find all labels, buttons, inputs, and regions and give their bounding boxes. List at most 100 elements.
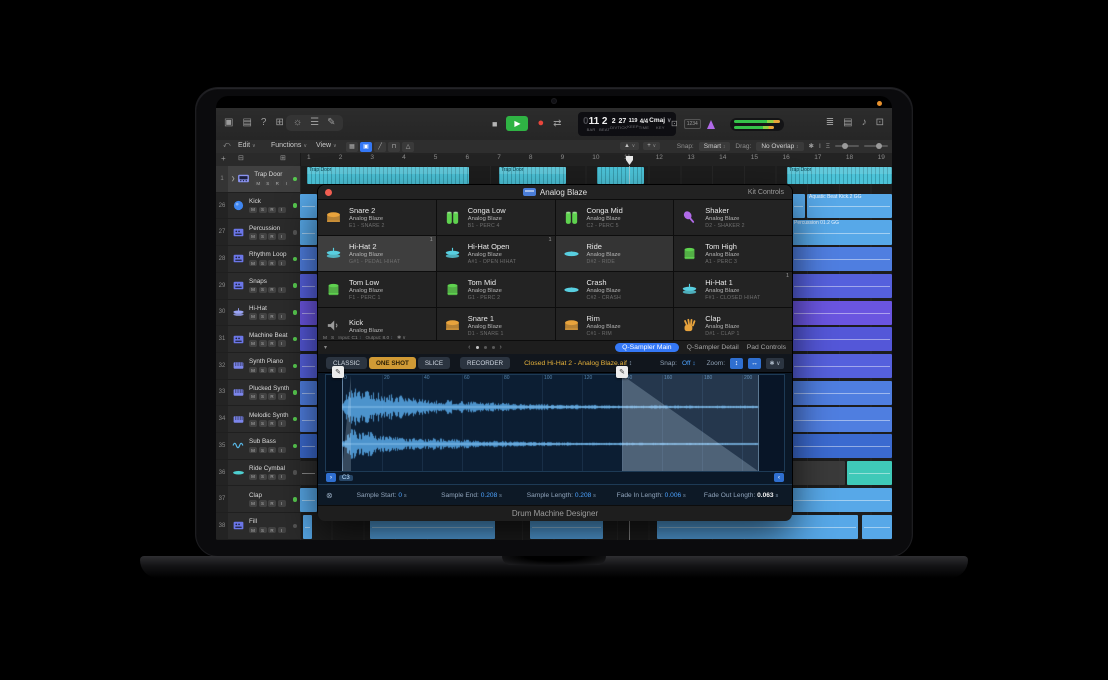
flex-icon[interactable]: ⊓ [388, 142, 400, 152]
solo-button[interactable]: S [259, 233, 267, 240]
loop-browser-icon[interactable]: ♪ [862, 118, 867, 128]
region[interactable] [792, 274, 892, 298]
record-enable-button[interactable]: R [268, 260, 276, 267]
input-monitor-button[interactable]: I [278, 420, 286, 427]
sample-end-line[interactable] [758, 375, 759, 471]
mute-button[interactable]: M [254, 180, 262, 187]
waveform-display[interactable]: 020406080100120140160180200 [326, 375, 784, 471]
track-row[interactable]: 28Rhythm LoopMSRI [216, 246, 300, 273]
drum-pad-ride[interactable]: RideAnalog BlazeD#2 - RIDE [556, 236, 674, 271]
region[interactable] [300, 381, 317, 405]
solo-button[interactable]: S [259, 340, 267, 347]
drum-pad-tom-high[interactable]: Tom HighAnalog BlazeA1 - PERC 3 [674, 236, 792, 271]
solo-button[interactable]: S [259, 313, 267, 320]
bar-ruler[interactable]: + ⊟ ⊞ 12345678910111213141516171819 [216, 153, 892, 167]
region[interactable] [300, 247, 317, 271]
regions-view-icon[interactable]: ▣ [360, 142, 372, 152]
solo-button[interactable]: S [259, 500, 267, 507]
track-row[interactable]: 30Hi-HatMSRI [216, 300, 300, 327]
solo-button[interactable]: S [259, 474, 267, 481]
record-enable-button[interactable]: R [268, 367, 276, 374]
mute-button[interactable]: M [249, 527, 257, 534]
info-sample-length[interactable]: Sample Length: 0.208 s [518, 492, 604, 499]
region[interactable]: Percussion 01.2 GG [792, 220, 892, 244]
mute-button[interactable]: M [249, 474, 257, 481]
solo-button[interactable]: S [259, 207, 267, 214]
functions-menu[interactable]: Functions ∨ [271, 142, 307, 149]
solo-button[interactable]: S [259, 367, 267, 374]
region[interactable] [300, 434, 317, 458]
alignment-icon[interactable]: ✱ [809, 142, 814, 150]
drum-pad-snare-2[interactable]: Snare 2Analog BlazeE1 - SNARE 2 [318, 200, 436, 235]
region[interactable]: Trap Door [499, 167, 566, 184]
back-icon[interactable]: ⤺ [223, 142, 230, 150]
drum-pad-hi-hat-2[interactable]: 1Hi-Hat 2Analog BlazeG#1 - PEDAL HIHAT [318, 236, 436, 271]
track-zoom-icon[interactable]: ⊞ [280, 154, 286, 162]
input-monitor-button[interactable]: I [278, 447, 286, 454]
region[interactable] [300, 220, 317, 244]
record-enable-button[interactable]: R [268, 420, 276, 427]
scroll-left-button[interactable]: ‹ [774, 473, 784, 482]
sample-start-line[interactable] [342, 375, 343, 471]
kit-controls-link[interactable]: Kit Controls [748, 189, 784, 196]
tab-q-sampler-main[interactable]: Q-Sampler Main [615, 343, 678, 352]
region[interactable]: Trap Door [787, 167, 892, 184]
mixer-icon[interactable]: ☰ [310, 118, 319, 128]
lcd-display[interactable]: 011BAR 2BEAT 2DIV 27TICK 119KEEP 4/4TIME… [578, 112, 676, 136]
duplicate-track-button[interactable]: ⊟ [238, 154, 244, 162]
mute-button[interactable]: M [249, 500, 257, 507]
close-info-icon[interactable]: ⊗ [326, 491, 333, 500]
drum-pad-hi-hat-open[interactable]: 1Hi-Hat OpenAnalog BlazeA#1 - OPEN HIHAT [437, 236, 555, 271]
region[interactable]: Trap Door [307, 167, 469, 184]
drum-pad-kick[interactable]: KickAnalog BlazeMSInput: C1 ↕Output: 8.0… [318, 308, 436, 343]
toolbar-icon[interactable]: ⊞ [275, 118, 283, 128]
drum-pad-snare-1[interactable]: Snare 1Analog BlazeD1 - SNARE 1 [437, 308, 555, 343]
recorder-button[interactable]: RECORDER [460, 357, 510, 369]
h-zoom-slider[interactable] [835, 145, 859, 147]
snap-dropdown[interactable]: Smart ↕ [699, 142, 731, 151]
record-enable-button[interactable]: R [268, 447, 276, 454]
track-row[interactable]: 35Sub BassMSRI [216, 433, 300, 460]
drum-pad-shaker[interactable]: ShakerAnalog BlazeD2 - SHAKER 2 [674, 200, 792, 235]
browsers-icon[interactable]: ⊡ [876, 118, 884, 128]
region[interactable] [300, 274, 317, 298]
pointer-tool[interactable]: ▲ ∨ [620, 142, 639, 150]
mode-one-shot[interactable]: ONE SHOT [369, 357, 416, 369]
drum-pad-tom-low[interactable]: Tom LowAnalog BlazeF1 - PERC 1 [318, 272, 436, 307]
editors-icon[interactable]: ✎ [327, 118, 335, 128]
region[interactable] [792, 247, 892, 271]
drum-pad-conga-mid[interactable]: Conga MidAnalog BlazeC2 - PERC 5 [556, 200, 674, 235]
region[interactable]: Aquatic Beat Kick.2 GG [807, 194, 892, 218]
input-monitor-button[interactable]: I [283, 180, 291, 187]
solo-button[interactable]: S [259, 260, 267, 267]
drum-pad-clap[interactable]: ClapAnalog BlazeD#1 - CLAP 1 [674, 308, 792, 343]
record-enable-button[interactable]: R [268, 527, 276, 534]
record-enable-button[interactable]: R [268, 474, 276, 481]
metronome-icon[interactable] [707, 120, 715, 129]
mute-button[interactable]: M [249, 260, 257, 267]
track-row[interactable]: 29SnapsMSRI [216, 273, 300, 300]
track-row[interactable]: 1❯Trap DoorMSRI [216, 166, 300, 193]
fade-out-handle[interactable]: ✎ [616, 366, 628, 378]
mute-button[interactable]: M [249, 367, 257, 374]
drum-pad-rim[interactable]: RimAnalog BlazeC#1 - RIM [556, 308, 674, 343]
region[interactable] [300, 407, 317, 431]
record-enable-button[interactable]: R [268, 287, 276, 294]
input-monitor-button[interactable]: I [278, 207, 286, 214]
region[interactable] [300, 354, 317, 378]
region[interactable] [300, 488, 317, 512]
input-monitor-button[interactable]: I [278, 260, 286, 267]
inspector-icon[interactable]: ▤ [242, 118, 251, 128]
drum-pad-hi-hat-1[interactable]: 1Hi-Hat 1Analog BlazeF#1 - CLOSED HIHAT [674, 272, 792, 307]
input-monitor-button[interactable]: I [278, 527, 286, 534]
input-monitor-button[interactable]: I [278, 367, 286, 374]
fade-in-handle[interactable]: ✎ [332, 366, 344, 378]
link-icon[interactable]: Ξ [826, 143, 830, 150]
mute-button[interactable]: M [249, 340, 257, 347]
mute-button[interactable]: M [249, 393, 257, 400]
record-enable-button[interactable]: R [268, 313, 276, 320]
drum-pad-conga-low[interactable]: Conga LowAnalog BlazeB1 - PERC 4 [437, 200, 555, 235]
track-row[interactable]: 37ClapMSRI [216, 486, 300, 513]
region[interactable] [792, 488, 892, 512]
input-monitor-button[interactable]: I [278, 500, 286, 507]
